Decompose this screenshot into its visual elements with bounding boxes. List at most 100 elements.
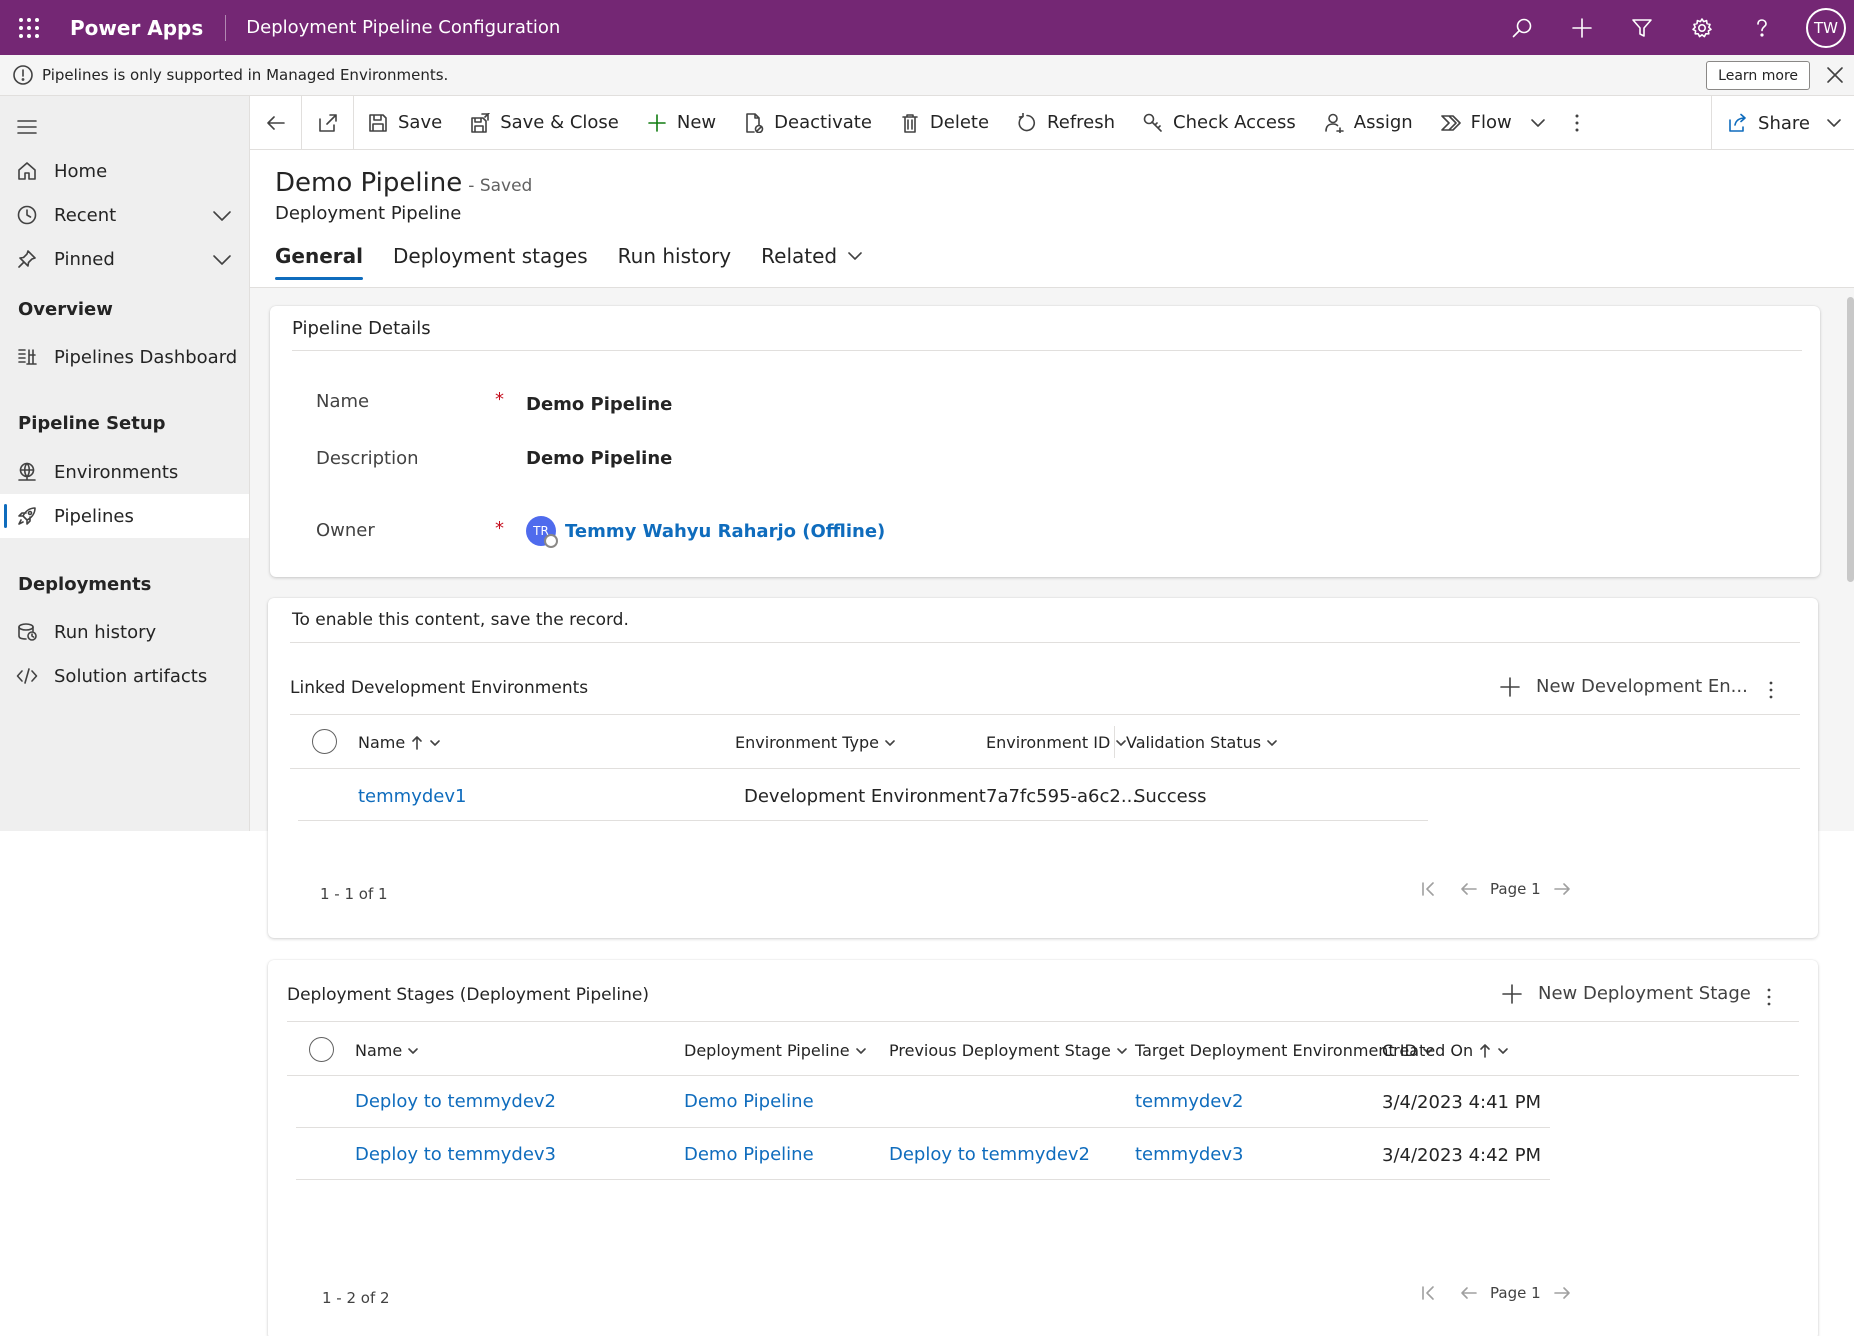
app-name[interactable]: Power Apps: [58, 16, 225, 40]
record-save-status: - Saved: [468, 176, 533, 196]
save-and-close-button[interactable]: Save & Close: [456, 96, 633, 150]
sidebar: Home Recent Pinned Overview Pipelines Da…: [0, 96, 250, 831]
sidebar-item-environments[interactable]: Environments: [0, 450, 249, 494]
flow-button[interactable]: Flow: [1427, 96, 1560, 150]
learn-more-button[interactable]: Learn more: [1706, 61, 1810, 90]
tab-related[interactable]: Related: [761, 244, 863, 280]
created-on-cell: 3/4/2023 4:41 PM: [1382, 1092, 1542, 1113]
new-deployment-stage-label: New Deployment Stage: [1538, 983, 1751, 1004]
hamburger-icon[interactable]: [16, 116, 38, 138]
column-header-environment-id[interactable]: Environment ID: [986, 733, 1127, 752]
delete-button[interactable]: Delete: [886, 96, 1003, 150]
flow-label: Flow: [1470, 112, 1512, 133]
close-icon[interactable]: [1824, 64, 1846, 86]
chevron-down-icon[interactable]: [211, 205, 233, 227]
assign-label: Assign: [1353, 112, 1413, 133]
sidebar-item-recent[interactable]: Recent: [0, 193, 249, 237]
required-indicator: *: [495, 389, 504, 410]
column-header-deployment-pipeline[interactable]: Deployment Pipeline: [684, 1041, 867, 1060]
app-title: Deployment Pipeline Configuration: [246, 17, 561, 38]
history-icon: [0, 621, 54, 643]
new-development-environment-label: New Development En...: [1536, 676, 1748, 697]
previous-stage-link[interactable]: Deploy to temmydev2: [889, 1144, 1090, 1165]
sidebar-item-solution-artifacts[interactable]: Solution artifacts: [0, 654, 249, 698]
column-header-environment-type[interactable]: Environment Type: [735, 733, 896, 752]
first-page-icon[interactable]: [1420, 1285, 1436, 1301]
add-icon[interactable]: [1552, 0, 1612, 55]
check-access-button[interactable]: Check Access: [1129, 96, 1310, 150]
sidebar-item-run-history[interactable]: Run history: [0, 610, 249, 654]
column-header-created-on[interactable]: Created On: [1382, 1041, 1509, 1060]
chevron-down-icon[interactable]: [211, 249, 233, 271]
subgrid-title-deployment-stages: Deployment Stages (Deployment Pipeline): [287, 985, 649, 1005]
column-header-previous-deployment-stage[interactable]: Previous Deployment Stage: [889, 1041, 1128, 1060]
open-new-window-button[interactable]: [302, 95, 354, 150]
tab-run-history[interactable]: Run history: [618, 244, 732, 280]
back-button[interactable]: [250, 95, 302, 150]
more-vertical-icon[interactable]: [1766, 987, 1772, 1007]
owner-link[interactable]: Temmy Wahyu Raharjo (Offline): [565, 521, 885, 542]
previous-page-icon[interactable]: [1460, 881, 1478, 897]
target-environment-link[interactable]: temmydev2: [1135, 1091, 1243, 1112]
environment-name-link[interactable]: temmydev1: [358, 786, 466, 807]
sidebar-item-pipelines[interactable]: Pipelines: [0, 494, 249, 538]
column-header-label: Name: [358, 733, 406, 752]
column-header-name[interactable]: Name: [355, 1041, 419, 1060]
assign-button[interactable]: Assign: [1310, 96, 1427, 150]
new-button[interactable]: New: [633, 96, 730, 150]
description-field[interactable]: Demo Pipeline: [526, 448, 672, 469]
select-all-checkbox[interactable]: [309, 1037, 334, 1062]
sidebar-item-label: Recent: [54, 204, 117, 226]
trash-icon: [900, 113, 920, 133]
save-button[interactable]: Save: [354, 96, 456, 150]
rocket-icon: [0, 505, 54, 527]
next-page-icon[interactable]: [1553, 881, 1571, 897]
user-avatar[interactable]: TW: [1806, 7, 1846, 48]
deployment-pipeline-link[interactable]: Demo Pipeline: [684, 1091, 814, 1112]
share-button[interactable]: Share: [1711, 96, 1854, 150]
name-field[interactable]: Demo Pipeline: [526, 394, 672, 415]
new-deployment-stage-button[interactable]: New Deployment Stage: [1502, 983, 1751, 1004]
column-header-name[interactable]: Name: [358, 733, 441, 752]
scrollbar-thumb[interactable]: [1847, 297, 1854, 582]
refresh-label: Refresh: [1047, 112, 1116, 133]
stage-name-link[interactable]: Deploy to temmydev3: [355, 1144, 556, 1165]
tab-label: Related: [761, 244, 838, 268]
more-commands-button[interactable]: [1560, 96, 1594, 150]
help-icon[interactable]: [1732, 0, 1792, 55]
sidebar-item-pinned[interactable]: Pinned: [0, 237, 249, 281]
column-header-validation-status[interactable]: Validation Status: [1126, 733, 1278, 752]
select-all-checkbox[interactable]: [312, 729, 337, 754]
new-development-environment-button[interactable]: New Development En...: [1500, 676, 1748, 697]
notification-bar: Pipelines is only supported in Managed E…: [0, 55, 1854, 96]
first-page-icon[interactable]: [1420, 881, 1436, 897]
pin-icon: [0, 248, 54, 270]
search-icon[interactable]: [1492, 0, 1552, 55]
sidebar-item-label: Home: [54, 160, 108, 182]
record-title: Demo Pipeline - Saved: [275, 168, 532, 198]
settings-icon[interactable]: [1672, 0, 1732, 55]
previous-page-icon[interactable]: [1460, 1285, 1478, 1301]
tab-deployment-stages[interactable]: Deployment stages: [393, 244, 588, 280]
grid-header-top-divider: [290, 714, 1800, 715]
top-bar: Power Apps Deployment Pipeline Configura…: [0, 0, 1854, 55]
filter-icon[interactable]: [1612, 0, 1672, 55]
sidebar-item-pipelines-dashboard[interactable]: Pipelines Dashboard: [0, 335, 249, 379]
grid-header-top-divider: [287, 1021, 1799, 1022]
deployment-pipeline-link[interactable]: Demo Pipeline: [684, 1144, 814, 1165]
chevron-down-icon: [1826, 115, 1842, 131]
owner-field[interactable]: TR Temmy Wahyu Raharjo (Offline): [526, 516, 885, 548]
deactivate-button[interactable]: Deactivate: [730, 96, 886, 150]
stage-name-link[interactable]: Deploy to temmydev2: [355, 1091, 556, 1112]
target-environment-link[interactable]: temmydev3: [1135, 1144, 1243, 1165]
next-page-icon[interactable]: [1553, 1285, 1571, 1301]
created-on-cell: 3/4/2023 4:42 PM: [1382, 1145, 1542, 1166]
sidebar-item-home[interactable]: Home: [0, 149, 249, 193]
more-vertical-icon[interactable]: [1768, 680, 1774, 700]
refresh-button[interactable]: Refresh: [1003, 96, 1129, 150]
more-vertical-icon: [1575, 114, 1579, 131]
pipeline-details-card: Pipeline Details Name * Demo Pipeline De…: [270, 306, 1820, 577]
tab-general[interactable]: General: [275, 244, 363, 280]
app-launcher-icon[interactable]: [0, 0, 58, 55]
save-label: Save: [398, 112, 443, 133]
